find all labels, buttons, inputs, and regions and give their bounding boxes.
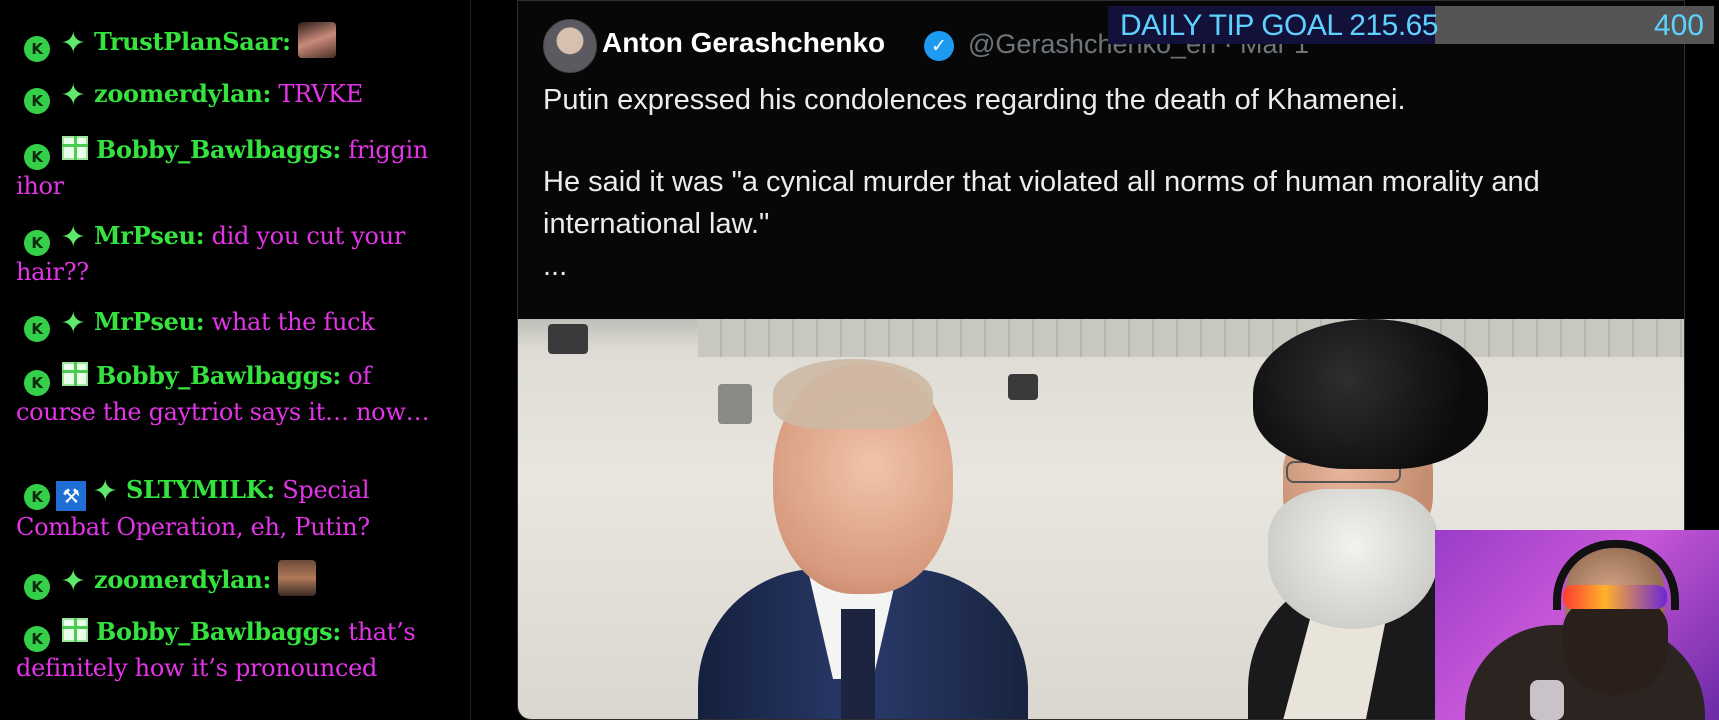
kick-badge-icon: K bbox=[24, 230, 50, 256]
kick-badge-icon: K bbox=[24, 626, 50, 652]
sparkle-badge-icon: ✦ bbox=[60, 220, 86, 255]
tip-goal-bar: DAILY TIP GOAL 215.65 400 bbox=[1108, 6, 1714, 44]
chat-message: K ✦ zoomerdylan: bbox=[16, 560, 456, 600]
tweet-text-line: Putin expressed his condolences regardin… bbox=[543, 84, 1406, 116]
sparkle-badge-icon: ✦ bbox=[60, 26, 86, 61]
author-name[interactable]: Anton Gerashchenko bbox=[602, 27, 885, 59]
chat-message: K ✦ MrPseu: did you cut your hair?? bbox=[16, 220, 456, 288]
gift-badge-icon bbox=[62, 618, 88, 642]
chat-message: K ✦ MrPseu: what the fuck bbox=[16, 306, 456, 342]
verified-badge-icon: ✓ bbox=[924, 31, 954, 61]
author-avatar[interactable] bbox=[543, 19, 597, 73]
kick-badge-icon: K bbox=[24, 88, 50, 114]
laughing-emote-icon bbox=[278, 560, 317, 596]
putin-tie bbox=[841, 609, 875, 719]
goat-emote-icon bbox=[298, 22, 337, 58]
kick-badge-icon: K bbox=[24, 574, 50, 600]
chat-message: K ⚒ ✦ SLTYMILK: Special Combat Operation, e… bbox=[16, 474, 456, 543]
chat-message: K Bobby_Bawlbaggs: that’s definitely how … bbox=[16, 616, 456, 684]
chat-username[interactable]: TrustPlanSaar: bbox=[94, 27, 291, 56]
chat-username[interactable]: MrPseu: bbox=[94, 307, 205, 336]
chat-username[interactable]: MrPseu: bbox=[94, 221, 205, 250]
tweet-text-line: international law." bbox=[543, 208, 770, 240]
chat-message: K ✦ zoomerdylan: TRVKE bbox=[16, 78, 456, 114]
chat-username[interactable]: SLTYMILK: bbox=[126, 475, 275, 504]
chat-username[interactable]: zoomerdylan: bbox=[94, 79, 271, 108]
kick-badge-icon: K bbox=[24, 484, 50, 510]
headset-icon bbox=[1553, 540, 1679, 610]
kick-badge-icon: K bbox=[24, 316, 50, 342]
sparkle-badge-icon: ✦ bbox=[92, 474, 118, 509]
tweet-text-line: He said it was "a cynical murder that vi… bbox=[543, 166, 1540, 198]
tip-goal-target: 400 bbox=[1653, 9, 1704, 42]
chat-username[interactable]: Bobby_Bawlbaggs: bbox=[96, 361, 341, 390]
chat-message: K Bobby_Bawlbaggs: friggin ihor bbox=[16, 134, 456, 202]
chat-text: TRVKE bbox=[278, 80, 363, 108]
chat-message: K ✦ TrustPlanSaar: bbox=[16, 22, 456, 62]
microphone-icon bbox=[1530, 680, 1564, 720]
tip-goal-label: DAILY TIP GOAL 215.65 bbox=[1120, 9, 1439, 42]
putin-hair bbox=[773, 359, 933, 429]
chat-message: K Bobby_Bawlbaggs: of course the gaytriot… bbox=[16, 360, 456, 428]
streamer-webcam bbox=[1435, 530, 1719, 720]
chat-username[interactable]: Bobby_Bawlbaggs: bbox=[96, 617, 341, 646]
sparkle-badge-icon: ✦ bbox=[60, 564, 86, 599]
gift-badge-icon bbox=[62, 362, 88, 386]
photo-ceiling bbox=[698, 319, 1684, 357]
khamenei-turban bbox=[1253, 319, 1488, 469]
gift-badge-icon bbox=[62, 136, 88, 160]
streamer-beard bbox=[1563, 600, 1668, 695]
chat-text: what the fuck bbox=[211, 308, 375, 336]
sparkle-badge-icon: ✦ bbox=[60, 78, 86, 113]
khamenei-beard bbox=[1268, 489, 1438, 629]
chat-panel: K ✦ TrustPlanSaar: K ✦ zoomerdylan: TRVKE K B… bbox=[0, 0, 471, 720]
photo-light-fixture bbox=[548, 324, 588, 354]
sparkle-badge-icon: ✦ bbox=[60, 306, 86, 341]
kick-badge-icon: K bbox=[24, 370, 50, 396]
kick-badge-icon: K bbox=[24, 144, 50, 170]
show-more-ellipsis[interactable]: ... bbox=[543, 245, 567, 287]
photo-camera bbox=[1008, 374, 1038, 400]
photo-speaker bbox=[718, 384, 752, 424]
chat-username[interactable]: Bobby_Bawlbaggs: bbox=[96, 135, 341, 164]
kick-badge-icon: K bbox=[24, 36, 50, 62]
moderator-hammer-icon: ⚒ bbox=[56, 481, 86, 511]
chat-username[interactable]: zoomerdylan: bbox=[94, 565, 271, 594]
